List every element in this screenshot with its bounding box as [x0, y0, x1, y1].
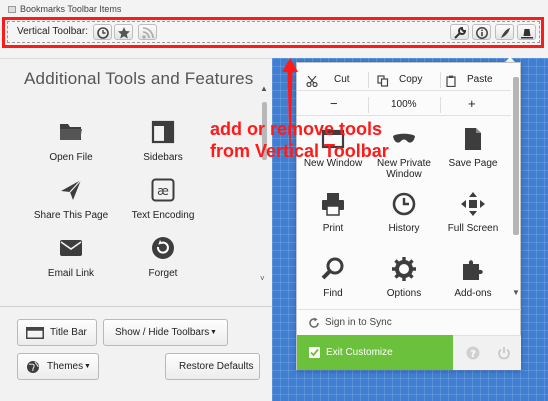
tools-scrollbar[interactable]: ▲ ˅ [259, 84, 269, 294]
menu-item-history[interactable]: History [369, 191, 439, 234]
tool-label: Sidebars [143, 152, 183, 163]
bookmarks-toolbar-items-label: Bookmarks Toolbar Items [20, 4, 122, 14]
check-icon [309, 347, 320, 358]
zoom-out-button[interactable]: − [297, 94, 368, 116]
tool-label: Share This Page [33, 210, 109, 221]
menu-item-find[interactable]: Find [298, 256, 368, 299]
help-icon[interactable]: ? [466, 346, 480, 360]
scroll-down-icon[interactable]: ▼ [512, 288, 520, 297]
bookmarks-icon [8, 6, 16, 13]
zoom-reset-button[interactable]: 100% [369, 94, 440, 116]
tool-label: Open File [49, 152, 93, 163]
svg-text:æ: æ [157, 184, 169, 198]
additional-tools-panel: Additional Tools and Features Open File … [0, 58, 272, 401]
menu-item-add-ons[interactable]: Add-ons [438, 256, 508, 299]
copy-label: Copy [399, 74, 423, 85]
tool-sidebars[interactable]: Sidebars [118, 119, 208, 163]
tool-text-encoding[interactable]: æ Text Encoding [118, 177, 208, 221]
menu-item-options[interactable]: Options [369, 256, 439, 299]
main-menu-panel: Cut Copy Paste − 100% + New Window New P… [296, 62, 521, 370]
history-icon [392, 192, 416, 216]
exit-customize-button[interactable]: Exit Customize [297, 335, 453, 370]
forget-icon [152, 237, 174, 259]
zoom-out-label: − [330, 96, 338, 111]
fullscreen-icon [461, 192, 485, 216]
zoom-in-button[interactable]: + [441, 94, 511, 116]
menu-item-label: Save Page [448, 158, 498, 169]
exit-customize-label: Exit Customize [326, 347, 393, 358]
tool-label: Email Link [47, 268, 95, 279]
sidebar-icon [151, 120, 175, 144]
highlight-box [2, 17, 544, 48]
tool-share-this-page[interactable]: Share This Page [26, 177, 116, 221]
tool-forget[interactable]: Forget [118, 235, 208, 279]
sign-in-to-sync-button[interactable]: Sign in to Sync [297, 309, 521, 335]
sync-icon [309, 317, 319, 328]
panel-divider [0, 306, 272, 307]
menu-item-label: Print [322, 223, 344, 234]
copy-button[interactable]: Copy [369, 69, 440, 91]
title-bar-icon [26, 327, 44, 339]
menu-item-full-screen[interactable]: Full Screen [438, 191, 508, 234]
restore-defaults-label: Restore Defaults [179, 361, 254, 372]
tool-label: Forget [148, 268, 178, 279]
printer-icon [322, 193, 344, 216]
menu-scrollbar[interactable]: ▼ [511, 63, 521, 303]
globe-icon [27, 361, 39, 373]
annotation-line-1: add or remove tools [210, 119, 383, 139]
copy-icon [377, 75, 389, 87]
zoom-controls: − 100% + [297, 94, 511, 116]
save-page-icon [465, 128, 481, 150]
menu-item-label: Add-ons [454, 288, 492, 299]
themes-button[interactable]: Themes ▼ [17, 353, 99, 380]
magnifier-icon [321, 257, 344, 280]
menu-item-print[interactable]: Print [298, 191, 368, 234]
scroll-up-icon[interactable]: ▲ [260, 84, 268, 93]
title-bar-button[interactable]: Title Bar [17, 319, 97, 346]
menu-item-label: History [388, 223, 420, 234]
themes-label: Themes [47, 361, 84, 372]
menu-footer-buttons: ? [453, 335, 521, 370]
paste-label: Paste [467, 74, 493, 85]
panel-title: Additional Tools and Features [24, 69, 254, 88]
show-hide-toolbars-button[interactable]: Show / Hide Toolbars ▼ [103, 319, 228, 346]
paste-button[interactable]: Paste [441, 69, 511, 91]
gear-icon [392, 257, 416, 281]
dropdown-arrow-icon: ▼ [84, 363, 91, 370]
svg-text:?: ? [470, 349, 476, 360]
dropdown-arrow-icon: ▼ [210, 329, 217, 336]
tool-email-link[interactable]: Email Link [26, 235, 116, 279]
encoding-icon: æ [151, 178, 175, 202]
restore-defaults-button[interactable]: Restore Defaults [165, 353, 260, 380]
annotation-line-2: from Vertical Toolbar [210, 141, 389, 161]
edit-controls: Cut Copy Paste [297, 69, 511, 91]
menu-item-label: Find [323, 288, 343, 299]
tool-open-file[interactable]: Open File [26, 119, 116, 163]
scroll-thumb[interactable] [513, 77, 519, 235]
envelope-icon [60, 240, 82, 256]
toolbar-area: Bookmarks Toolbar Items Vertical Toolbar… [0, 0, 548, 58]
cut-button[interactable]: Cut [297, 69, 368, 91]
paper-plane-icon [61, 179, 82, 200]
power-icon[interactable] [497, 346, 511, 360]
menu-item-label: Full Screen [447, 223, 499, 234]
clipboard-icon [446, 75, 456, 87]
chevron-down-icon[interactable]: ˅ [260, 274, 265, 283]
annotation-text: add or remove tools from Vertical Toolba… [210, 118, 440, 162]
zoom-level: 100% [391, 99, 417, 110]
puzzle-icon [463, 260, 483, 280]
menu-item-label: Options [386, 288, 422, 299]
title-bar-label: Title Bar [50, 327, 87, 338]
cut-label: Cut [334, 74, 350, 85]
sign-in-label: Sign in to Sync [325, 317, 392, 328]
menu-item-save-page[interactable]: Save Page [438, 126, 508, 169]
zoom-in-label: + [468, 96, 476, 111]
bookmarks-toolbar-items[interactable]: Bookmarks Toolbar Items [8, 4, 121, 18]
show-hide-toolbars-label: Show / Hide Toolbars [115, 327, 210, 338]
scissors-icon [306, 75, 318, 87]
tool-label: Text Encoding [131, 210, 195, 221]
folder-icon [60, 124, 82, 140]
